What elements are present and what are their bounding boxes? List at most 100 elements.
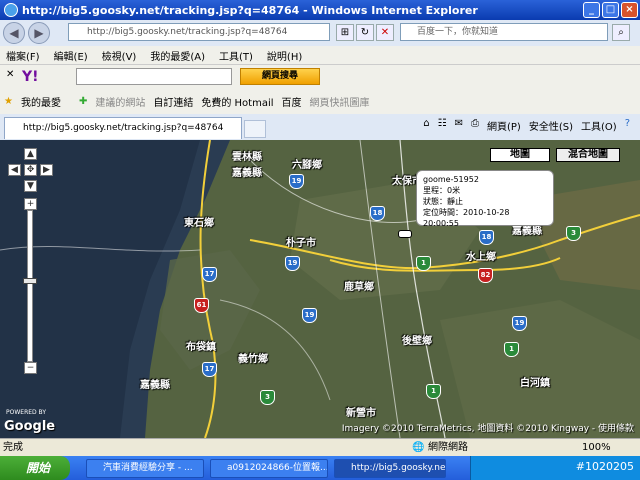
map-view[interactable]: 雲林縣 嘉義縣 六腳鄉 太保市 東石鄉 朴子市 鹿草鄉 水上鄉 嘉義縣 布袋鎮 … [0,140,640,438]
route-shield: 17 [202,362,217,377]
yahoo-search-input[interactable] [76,68,232,85]
route-shield: 1 [504,342,519,357]
map-attribution[interactable]: Imagery ©2010 TerraMetrics, 地圖資料 ©2010 K… [342,421,634,434]
feeds-icon[interactable]: ☷ [438,118,447,133]
zoom-in-button[interactable]: + [24,198,37,210]
label-shuishang: 水上鄉 [466,252,496,263]
route-shield: 17 [202,267,217,282]
label-houbi: 後壁鄉 [402,336,432,347]
pan-left-icon[interactable]: ◀ [8,164,21,176]
title-bar: http://big5.goosky.net/tracking.jsp?q=48… [0,0,640,20]
route-shield: 3 [566,226,581,241]
map-type-map-button[interactable]: 地圖 [490,148,550,162]
status-text: 完成 [3,442,23,453]
menu-edit[interactable]: 編輯(E) [54,48,88,63]
status-bar: 完成 🌐 網際網路 100% [0,438,640,456]
pan-down-icon[interactable]: ▼ [24,180,37,192]
add-favorite-icon[interactable]: ✚ [79,96,87,107]
maximize-button[interactable]: □ [602,2,619,18]
search-go-icon[interactable]: ⌕ [612,24,630,41]
tab-tracking[interactable]: http://big5.goosky.net/tracking.jsp?q=48… [4,117,242,139]
close-toolbar-icon[interactable]: ✕ [6,69,14,80]
menu-favorites[interactable]: 我的最愛(A) [150,48,205,63]
label-yizhu: 義竹鄉 [238,354,268,365]
label-xinying: 新營市 [346,408,376,419]
menu-help[interactable]: 說明(H) [267,48,302,63]
route-shield: 3 [260,390,275,405]
menu-bar: 檔案(F) 編輯(E) 檢視(V) 我的最愛(A) 工具(T) 說明(H) [0,46,640,64]
yahoo-search-button[interactable]: 網頁搜尋 [240,68,320,85]
fav-suggested[interactable]: 建議的網站 [95,94,145,109]
favorites-label[interactable]: 我的最愛 [21,94,61,109]
new-tab-button[interactable] [244,120,266,138]
pan-up-icon[interactable]: ▲ [24,148,37,160]
print-icon[interactable]: ⎙ [471,118,479,133]
zoom-slider[interactable] [27,210,33,362]
powered-by: POWERED BY [6,409,47,416]
zoom-slider-knob[interactable] [23,278,37,284]
compat-icon[interactable]: ⊞ [336,24,354,41]
route-shield: 18 [370,206,385,221]
route-shield: 61 [194,298,209,313]
menu-tools[interactable]: 工具(T) [219,48,253,63]
start-button[interactable]: 開始 [0,456,70,480]
pan-right-icon[interactable]: ▶ [40,164,53,176]
search-input[interactable]: 百度一下，你就知道 [400,23,608,41]
info-status: 狀態：靜止 [423,197,463,206]
mail-icon[interactable]: ✉ [455,118,463,133]
label-budai: 布袋鎮 [186,342,216,353]
help-icon[interactable]: ? [625,118,630,133]
route-shield: 1 [426,384,441,399]
refresh-button[interactable]: ↻ [356,24,374,41]
info-device: goome-51952 [423,175,479,184]
pan-center-icon[interactable]: ✥ [24,164,37,176]
taskbar-item[interactable]: http://big5.goosky.net/... [334,459,446,478]
info-window: goome-51952 里程：0米 狀態：靜止 定位時間：2010-10-28 … [416,170,554,228]
zoom-out-button[interactable]: − [24,362,37,374]
route-shield: 19 [285,256,300,271]
menu-file[interactable]: 檔案(F) [6,48,40,63]
vehicle-marker-icon[interactable] [398,230,412,238]
route-shield: 19 [302,308,317,323]
clock: #1020205 [575,460,634,473]
taskbar-item[interactable]: 汽車消費經驗分享 - ... [86,459,204,478]
fav-baidu[interactable]: 百度 [282,94,302,109]
label-chiayi-county-1: 嘉義縣 [232,168,262,179]
google-logo[interactable]: Google [4,419,55,434]
close-button[interactable]: × [621,2,638,18]
stop-button[interactable]: ✕ [376,24,394,41]
zoom-level[interactable]: 100% [582,439,611,456]
zone-label: 網際網路 [428,442,468,453]
route-shield: 18 [479,230,494,245]
tools-menu[interactable]: 工具(O) [581,118,617,133]
tab-row: http://big5.goosky.net/tracking.jsp?q=48… [0,114,640,140]
fav-hotmail[interactable]: 免費的 Hotmail [201,94,273,109]
route-shield: 19 [289,174,304,189]
map-type-hybrid-button[interactable]: 混合地圖 [556,148,620,162]
safety-menu[interactable]: 安全性(S) [529,118,573,133]
yahoo-toolbar: ✕ Y! 網頁搜尋 [0,64,640,88]
route-shield: 19 [512,316,527,331]
fav-webslice[interactable]: 網頁快訊圖庫 [310,94,370,109]
address-input[interactable]: http://big5.goosky.net/tracking.jsp?q=48… [68,23,330,41]
label-liujiao: 六腳鄉 [292,160,322,171]
yahoo-logo[interactable]: Y! [22,69,39,85]
minimize-button[interactable]: _ [583,2,600,18]
info-mileage: 里程：0米 [423,186,461,195]
favorites-bar: ★ 我的最愛 ✚ 建議的網站 自訂連結 免費的 Hotmail 百度 網頁快訊圖… [0,88,640,114]
favorites-star-icon[interactable]: ★ [4,96,13,107]
taskbar-item[interactable]: a0912024866-位置報... [210,459,328,478]
forward-button[interactable]: ▶ [28,22,50,44]
route-shield: 82 [478,268,493,283]
page-menu[interactable]: 網頁(P) [487,118,521,133]
system-tray: #1020205 [470,456,640,480]
route-shield: 1 [416,256,431,271]
label-chiayi-county-3: 嘉義縣 [140,380,170,391]
label-dongshi: 東石鄉 [184,218,214,229]
fav-custom[interactable]: 自訂連結 [153,94,193,109]
home-icon[interactable]: ⌂ [423,118,429,133]
menu-view[interactable]: 檢視(V) [102,48,137,63]
back-button[interactable]: ◀ [3,22,25,44]
label-puzi: 朴子市 [286,238,316,249]
address-row: ◀ ▶ http://big5.goosky.net/tracking.jsp?… [0,20,640,46]
